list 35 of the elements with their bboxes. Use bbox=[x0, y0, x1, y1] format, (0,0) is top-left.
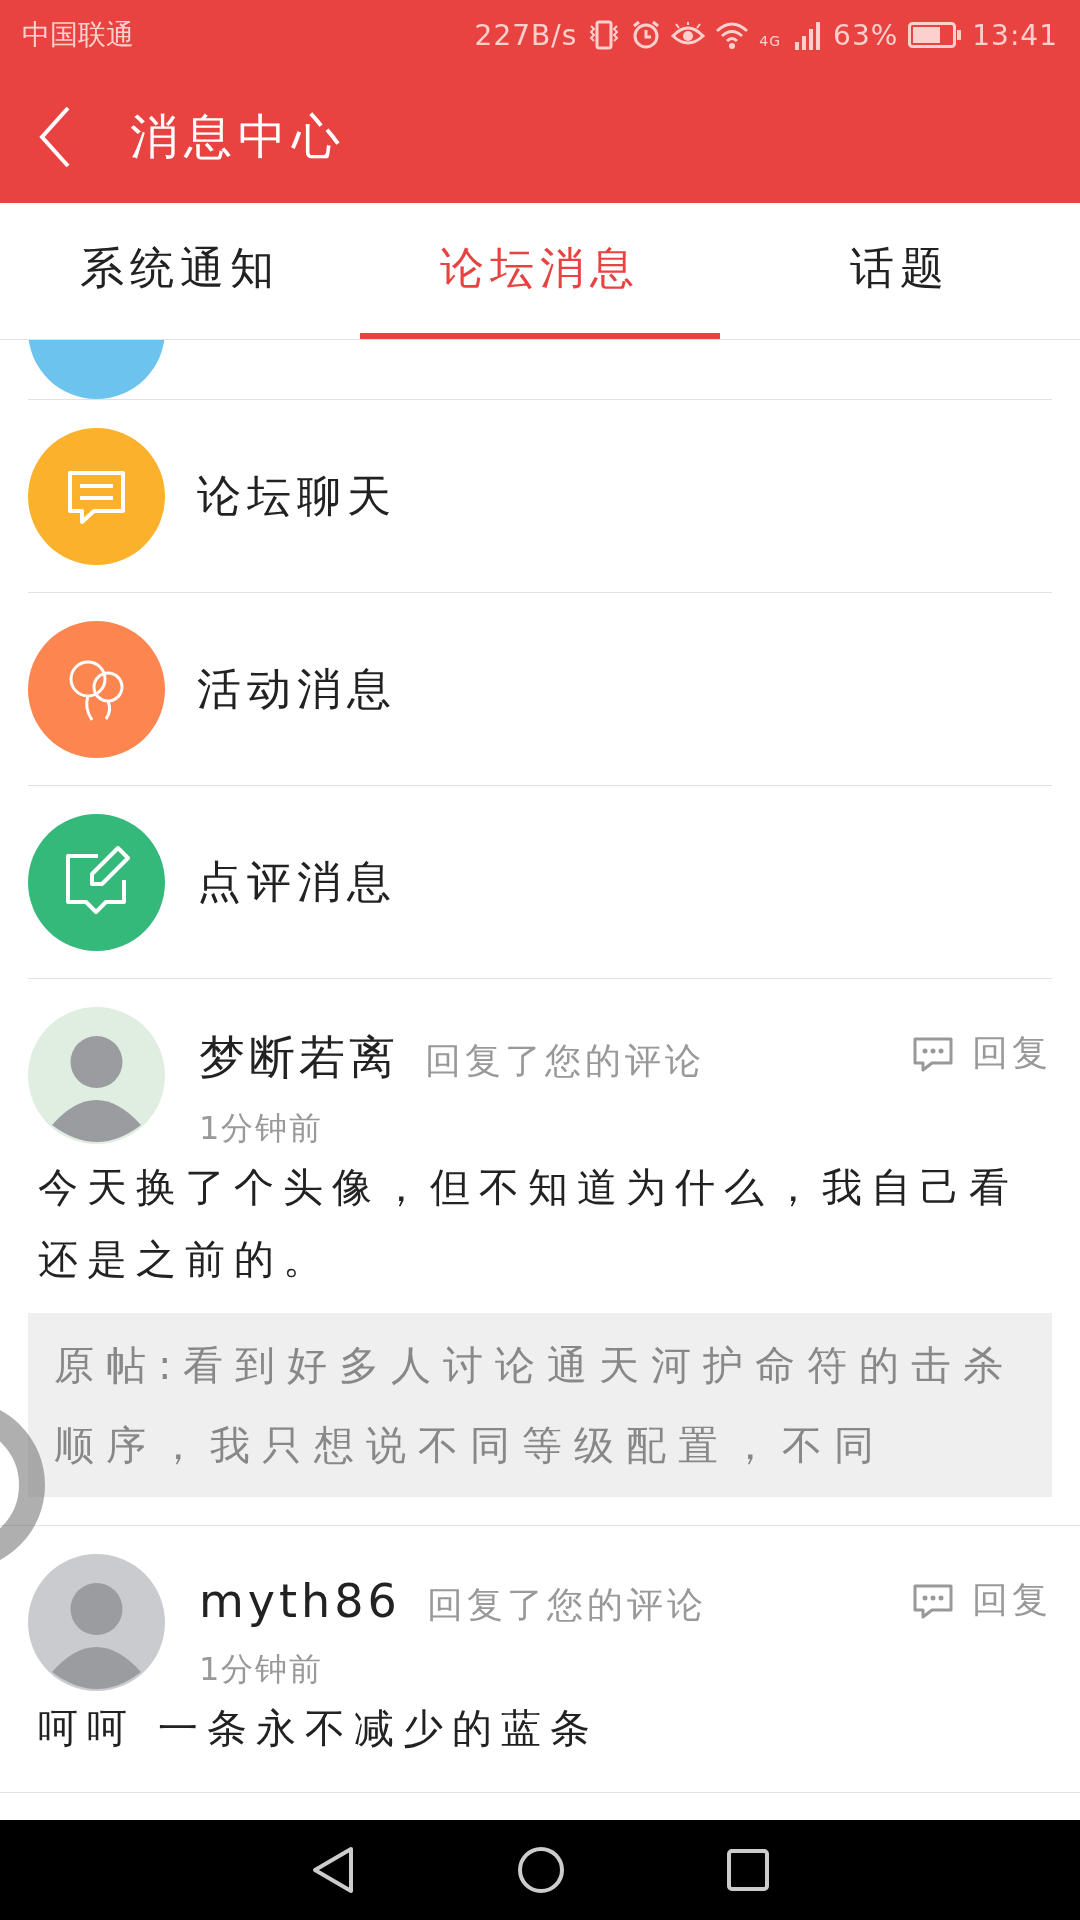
network-speed: 227B/s bbox=[474, 18, 578, 52]
category-label[interactable]: 论坛聊天 bbox=[197, 466, 397, 526]
comment-icon[interactable] bbox=[912, 1582, 954, 1619]
clock-time: 13:41 bbox=[972, 18, 1058, 52]
category-label[interactable]: 点评消息 bbox=[197, 852, 397, 912]
alarm-icon bbox=[631, 20, 662, 50]
avatar-placeholder[interactable] bbox=[28, 1554, 165, 1691]
page-title: 消息中心 bbox=[130, 106, 346, 166]
action-text: 回复了您的评论 bbox=[426, 1583, 707, 1627]
category-label[interactable]: 活动消息 bbox=[197, 659, 397, 719]
action-text: 回复了您的评论 bbox=[425, 1039, 705, 1083]
timestamp: 1分钟前 bbox=[199, 1649, 325, 1690]
network-type: 4G bbox=[759, 32, 782, 49]
username[interactable]: myth86 bbox=[199, 1574, 401, 1628]
eye-icon bbox=[671, 22, 706, 48]
wifi-icon bbox=[715, 21, 750, 49]
comment-text: 呵呵 一条永不减少的蓝条 bbox=[37, 1704, 600, 1753]
balloon-icon[interactable] bbox=[28, 620, 165, 758]
battery-percentage: 63% bbox=[833, 18, 899, 52]
back-button[interactable] bbox=[38, 105, 72, 168]
username[interactable]: 梦断若离 bbox=[199, 1027, 399, 1089]
comment-icon[interactable] bbox=[912, 1035, 954, 1072]
message-icon[interactable] bbox=[28, 427, 165, 565]
edit-icon[interactable] bbox=[28, 813, 165, 951]
tab[interactable]: 论坛消息 bbox=[360, 203, 720, 339]
timestamp: 1分钟前 bbox=[199, 1108, 325, 1149]
recents-nav-icon[interactable] bbox=[727, 1849, 769, 1891]
tab[interactable]: 系统通知 bbox=[0, 203, 360, 339]
comment-text: 今天换了个头像，但不知道为什么，我自己看还是之前的。 bbox=[37, 1163, 1019, 1284]
battery-icon bbox=[908, 22, 963, 48]
home-nav-icon[interactable] bbox=[517, 1846, 565, 1894]
avatar-placeholder[interactable] bbox=[28, 1007, 165, 1144]
back-nav-icon[interactable] bbox=[311, 1846, 355, 1894]
tab[interactable]: 话题 bbox=[720, 203, 1080, 339]
carrier-name: 中国联通 bbox=[22, 17, 134, 53]
